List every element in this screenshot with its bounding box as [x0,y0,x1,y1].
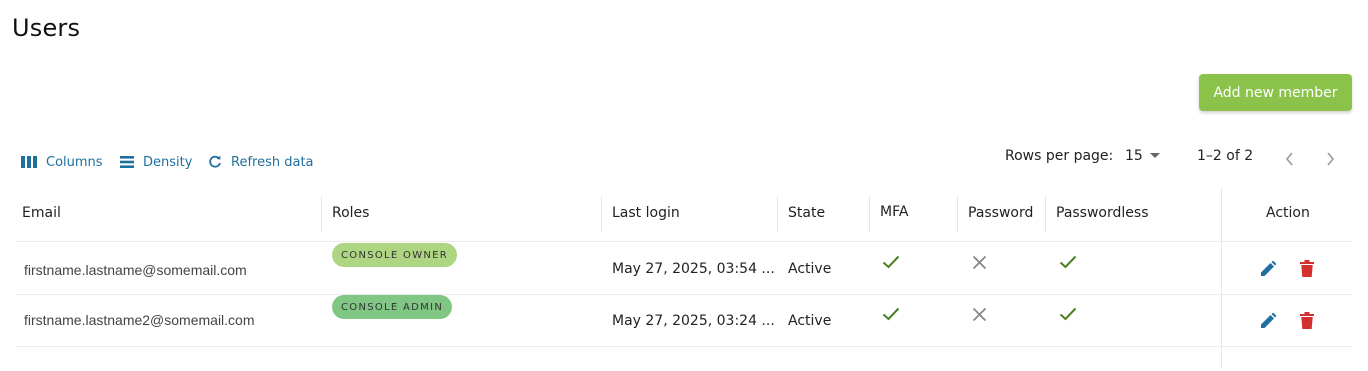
action-column-separator [1221,188,1222,368]
column-header-last-login[interactable]: Last login [612,205,680,221]
delete-icon[interactable] [1300,312,1314,329]
column-separator[interactable] [869,196,870,232]
refresh-data-button[interactable]: Refresh data [208,150,314,174]
add-new-member-button[interactable]: Add new member [1199,74,1352,111]
row-divider [15,346,1352,347]
column-header-password[interactable]: Password [968,205,1033,221]
edit-icon[interactable] [1260,261,1276,277]
cross-icon [972,255,987,270]
last-login-cell: May 27, 2025, 03:24 ... [612,313,775,329]
density-button[interactable]: Density [120,150,192,174]
column-header-email[interactable]: Email [22,205,61,221]
email-cell: firstname.lastname2@somemail.com [24,312,255,328]
check-icon [1059,255,1077,269]
row-divider [15,241,1352,242]
page-title: Users [12,14,81,42]
column-header-state[interactable]: State [788,205,825,221]
column-header-roles[interactable]: Roles [332,205,369,221]
edit-icon[interactable] [1260,313,1276,329]
refresh-label: Refresh data [231,154,314,170]
cross-icon [972,307,987,322]
row-divider [15,294,1352,295]
column-separator[interactable] [777,196,778,232]
rows-per-page-select[interactable]: 15 [1125,148,1160,164]
check-icon [882,307,900,321]
column-separator[interactable] [321,196,322,232]
role-chip: CONSOLE OWNER [332,243,458,267]
state-cell: Active [788,313,832,329]
density-icon [120,156,134,168]
rows-per-page-label: Rows per page: [1005,148,1114,164]
delete-icon[interactable] [1300,260,1314,277]
columns-label: Columns [46,154,103,170]
caret-down-icon [1149,153,1160,158]
columns-button[interactable]: Columns [21,150,103,174]
column-separator[interactable] [1045,196,1046,232]
column-header-mfa[interactable]: MFA [880,204,908,220]
columns-icon [21,156,37,168]
column-header-action: Action [1266,205,1310,221]
density-label: Density [143,154,193,170]
check-icon [882,255,900,269]
role-chip: CONSOLE ADMIN [332,295,453,319]
check-icon [1059,307,1077,321]
email-cell: firstname.lastname@somemail.com [24,262,247,278]
refresh-icon [209,155,221,168]
state-cell: Active [788,261,832,277]
page-range: 1–2 of 2 [1197,148,1254,164]
column-separator[interactable] [957,196,958,232]
last-login-cell: May 27, 2025, 03:54 ... [612,261,775,277]
previous-page-icon[interactable] [1284,151,1296,167]
next-page-icon[interactable] [1324,151,1336,167]
column-header-passwordless[interactable]: Passwordless [1056,205,1148,221]
column-separator[interactable] [601,196,602,232]
rows-per-page-value: 15 [1125,148,1143,164]
